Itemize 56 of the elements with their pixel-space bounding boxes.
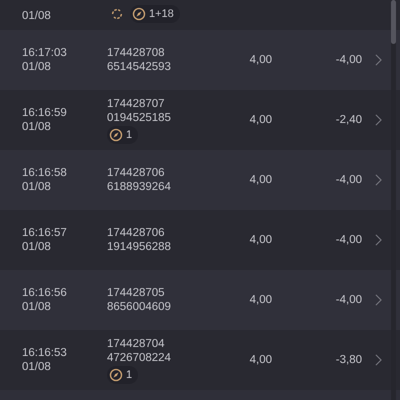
quantity-text: 4,00 (250, 233, 272, 247)
chevron-right-icon (375, 294, 382, 306)
scrollbar[interactable] (391, 0, 396, 400)
transaction-row[interactable]: 16:16:59 01/08 174428707 0194525185 1 4,00 -2,40 (0, 90, 400, 150)
chevron-right-icon (375, 234, 382, 246)
chevron-right-icon (375, 174, 382, 186)
amount-text: -4,00 (336, 233, 362, 247)
id-text: 0194525185 (107, 110, 172, 124)
time-text: 16:16:59 (22, 106, 68, 120)
quantity-text: 4,00 (250, 53, 272, 67)
id-text: 174428706 (107, 166, 166, 180)
amount-text: -3,80 (336, 353, 362, 367)
time-text: 16:16:57 (22, 226, 68, 240)
time-text: 16:17:03 (22, 46, 68, 60)
date-text: 01/08 (22, 9, 52, 23)
id-text: 6514542593 (107, 60, 172, 74)
id-text: 174428706 (107, 226, 166, 240)
id-text: 8656004609 (107, 300, 172, 314)
date-text: 01/08 (22, 120, 52, 134)
id-text: 174428705 (107, 286, 166, 300)
chevron-right-icon (375, 54, 382, 66)
time-text: 16:16:53 (22, 346, 68, 360)
tag-badge: 1 (107, 126, 138, 144)
quantity-text: 4,00 (250, 293, 272, 307)
refresh-icon (110, 7, 124, 21)
transaction-row[interactable]: 16:16:53 01/08 174428704 4726708224 1 4,00 -3,80 (0, 330, 400, 390)
id-text: 1914956288 (107, 240, 172, 254)
quantity-text: 4,00 (250, 353, 272, 367)
scrollbar-thumb[interactable] (391, 0, 396, 44)
date-text: 01/08 (22, 300, 52, 314)
quantity-text: 4,00 (250, 113, 272, 127)
id-text: 174428704 (107, 336, 166, 350)
date-text: 01/08 (22, 240, 52, 254)
amount-text: -4,00 (336, 173, 362, 187)
transaction-row[interactable]: 01/08 1+18 (0, 0, 400, 30)
compass-icon (132, 7, 146, 21)
id-text: 174428708 (107, 46, 166, 60)
compass-icon (109, 128, 123, 142)
id-text: 174428707 (107, 96, 166, 110)
chevron-right-icon (375, 354, 382, 366)
amount-text: -4,00 (336, 293, 362, 307)
transaction-row[interactable]: 16:16:57 01/08 174428706 1914956288 4,00 -4,00 (0, 210, 400, 270)
amount-text: -2,40 (336, 113, 362, 127)
date-text: 01/08 (22, 60, 52, 74)
quantity-text: 4,00 (250, 173, 272, 187)
date-text: 01/08 (22, 180, 52, 194)
tag-badge: 1 (107, 366, 138, 384)
compass-icon (109, 368, 123, 382)
time-text: 16:16:56 (22, 286, 68, 300)
date-text: 01/08 (22, 360, 52, 374)
amount-text: -4,00 (336, 53, 362, 67)
tag-badge: 1+18 (130, 5, 180, 23)
chevron-right-icon (375, 114, 382, 126)
id-text: 4726708224 (107, 350, 172, 364)
time-text: 16:16:58 (22, 166, 68, 180)
id-text: 6188939264 (107, 180, 172, 194)
